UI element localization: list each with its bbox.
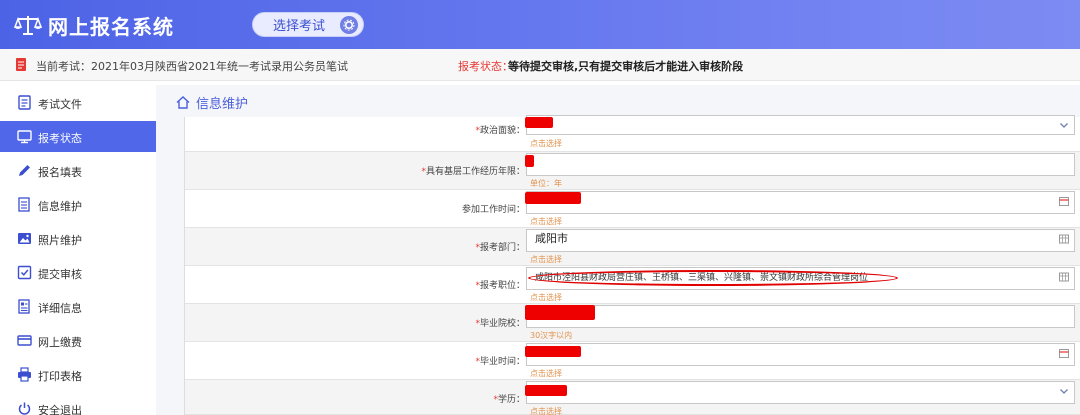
- field-hint: 点击选择: [530, 217, 562, 226]
- table-picker-icon: [1059, 272, 1069, 282]
- sidebar-item-submit-review[interactable]: 提交审核: [0, 257, 156, 288]
- detail-icon: [18, 299, 30, 314]
- form-row-political-status: *政治面貌： 点击选择: [185, 115, 1080, 152]
- sidebar-nav: 考试文件 报考状态 报名填表 信息维护 照片维护 提交审核 详细信息 网上缴费 …: [0, 85, 156, 415]
- sidebar-item-application-status[interactable]: 报考状态: [0, 121, 156, 152]
- status-label: 报考状态：: [458, 60, 513, 73]
- sidebar-item-label: 信息维护: [38, 200, 82, 213]
- field-hint: 单位：年: [530, 179, 562, 188]
- form-row-education: *学历： 点击选择: [185, 380, 1080, 415]
- main-content: 信息维护 *政治面貌： 点击选择 *具有基层工作经历年限： 单位：年 参加工作时…: [156, 85, 1080, 415]
- redaction-mark: [525, 155, 534, 167]
- form-row-graduation-date: *毕业时间： 点击选择: [185, 342, 1080, 380]
- chevron-down-icon: [1060, 389, 1068, 394]
- sidebar-item-label: 照片维护: [38, 234, 82, 247]
- form-row-department: *报考部门： 咸阳市 点击选择: [185, 228, 1080, 266]
- form-row-grassroots-years: *具有基层工作经历年限： 单位：年: [185, 152, 1080, 190]
- sidebar-item-info-maintenance[interactable]: 信息维护: [0, 189, 156, 220]
- card-icon: [17, 335, 32, 346]
- sidebar-item-label: 打印表格: [38, 370, 82, 383]
- redaction-mark: [525, 385, 567, 396]
- home-icon: [176, 96, 190, 109]
- grassroots-years-input[interactable]: [526, 153, 1075, 176]
- field-hint: 点击选择: [530, 139, 562, 148]
- redaction-mark: [525, 346, 581, 357]
- form-label: *学历：: [493, 395, 525, 405]
- chevron-down-icon: [1060, 123, 1068, 128]
- sidebar-item-details[interactable]: 详细信息: [0, 291, 156, 322]
- form-row-work-start-date: 参加工作时间： 点击选择: [185, 190, 1080, 228]
- file-list-icon: [18, 197, 30, 212]
- graduate-school-input[interactable]: [526, 305, 1075, 328]
- app-logo: 网上报名系统: [14, 10, 174, 40]
- sidebar-item-fill-form[interactable]: 报名填表: [0, 155, 156, 186]
- redaction-oval: [528, 270, 898, 286]
- sidebar-item-label: 考试文件: [38, 98, 82, 111]
- form-label: *报考部门：: [475, 243, 525, 253]
- pencil-icon: [19, 165, 30, 176]
- table-picker-icon: [1059, 234, 1069, 244]
- document-icon: [18, 95, 31, 110]
- gear-icon: [340, 16, 358, 34]
- redaction-mark: [525, 305, 595, 320]
- form-label: *具有基层工作经历年限：: [421, 167, 525, 177]
- field-hint: 点击选择: [530, 255, 562, 264]
- form-label: *毕业时间：: [475, 357, 525, 367]
- status-value: 等待提交审核,只有提交审核后才能进入审核阶段: [508, 60, 744, 73]
- sidebar-item-logout[interactable]: 安全退出: [0, 393, 156, 415]
- printer-icon: [18, 367, 31, 382]
- calendar-icon: [1059, 197, 1069, 206]
- form-row-graduate-school: *毕业院校： 30汉字以内: [185, 304, 1080, 342]
- app-title: 网上报名系统: [48, 14, 174, 39]
- scales-icon: [14, 16, 42, 35]
- sidebar-item-exam-files[interactable]: 考试文件: [0, 87, 156, 118]
- calendar-icon: [1059, 349, 1069, 358]
- page-heading: 信息维护: [176, 93, 248, 112]
- sidebar-item-label: 报名填表: [38, 166, 82, 179]
- work-start-date-input[interactable]: [526, 191, 1075, 214]
- department-input[interactable]: 咸阳市: [526, 229, 1075, 252]
- app-header: 网上报名系统 选择考试: [0, 0, 1080, 49]
- sidebar-item-photo-maintenance[interactable]: 照片维护: [0, 223, 156, 254]
- power-icon: [18, 402, 31, 415]
- image-icon: [18, 233, 31, 244]
- check-box-icon: [17, 265, 32, 280]
- sidebar-item-print-form[interactable]: 打印表格: [0, 359, 156, 390]
- form-label: *政治面貌：: [475, 126, 525, 136]
- sidebar-item-online-payment[interactable]: 网上缴费: [0, 325, 156, 356]
- form-label: *毕业院校：: [475, 319, 525, 329]
- form-label: *报考职位：: [475, 281, 525, 291]
- form-row-position: *报考职位： 咸阳市泾阳县财政局营庄镇、王桥镇、三渠镇、兴隆镇、崇文镇财政所综合…: [185, 266, 1080, 304]
- sidebar-item-label: 详细信息: [38, 302, 82, 315]
- monitor-icon: [17, 130, 32, 144]
- field-hint: 点击选择: [530, 293, 562, 302]
- info-form: *政治面貌： 点击选择 *具有基层工作经历年限： 单位：年 参加工作时间： 点击…: [184, 115, 1080, 415]
- education-select[interactable]: [526, 381, 1075, 404]
- current-exam-text: 当前考试：2021年03月陕西省2021年统一考试录用公务员笔试: [36, 60, 348, 73]
- political-status-select[interactable]: [526, 115, 1075, 135]
- field-hint: 30汉字以内: [530, 331, 573, 340]
- redaction-mark: [525, 117, 553, 128]
- page-title: 信息维护: [196, 97, 249, 112]
- sidebar-item-label: 提交审核: [38, 268, 82, 281]
- sidebar-item-label: 网上缴费: [38, 336, 82, 349]
- sidebar-item-label: 安全退出: [38, 404, 82, 415]
- document-icon: [16, 58, 26, 71]
- graduation-date-input[interactable]: [526, 343, 1075, 366]
- exam-info-bar: 当前考试：2021年03月陕西省2021年统一考试录用公务员笔试 报考状态： 等…: [0, 49, 1080, 81]
- sidebar-item-label: 报考状态: [38, 132, 82, 145]
- select-exam-button[interactable]: 选择考试: [252, 12, 364, 37]
- select-exam-label: 选择考试: [273, 19, 326, 34]
- field-hint: 点击选择: [530, 407, 562, 415]
- form-label: 参加工作时间：: [461, 205, 525, 215]
- field-hint: 点击选择: [530, 369, 562, 378]
- redaction-mark: [525, 192, 581, 204]
